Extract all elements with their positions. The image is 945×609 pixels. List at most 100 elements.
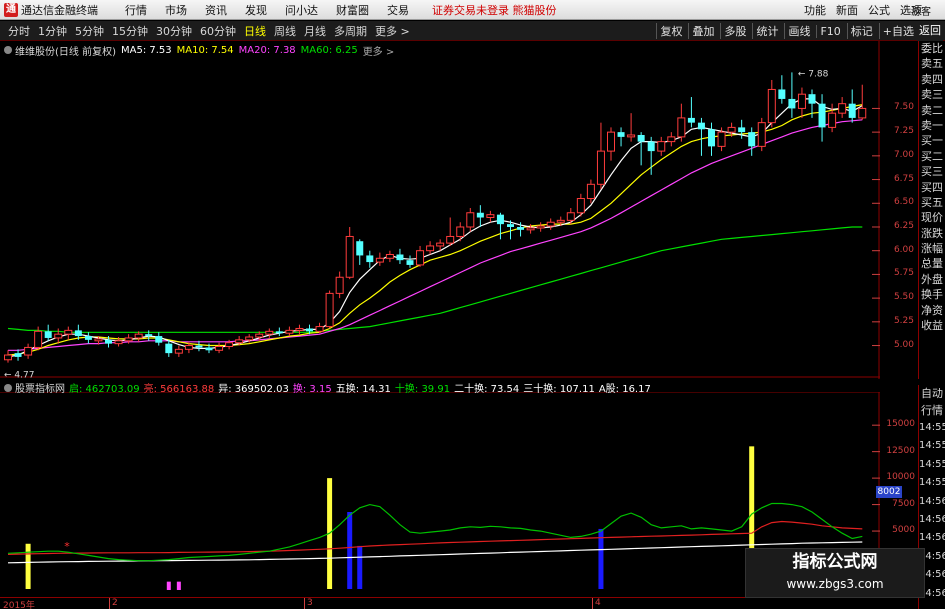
menu-function[interactable]: 功能 <box>799 2 831 18</box>
liang-value: 亮: 566163.88 <box>143 384 215 395</box>
overlay-button[interactable]: 叠加 <box>688 23 717 39</box>
candle-body <box>466 212 475 228</box>
candle-body <box>727 126 736 133</box>
candle <box>637 132 645 166</box>
guest-label[interactable]: 游客 <box>911 3 931 18</box>
period-tab[interactable]: 30分钟 <box>152 23 196 39</box>
period-tab[interactable]: 周线 <box>270 23 300 39</box>
orderbook-label[interactable]: 换手 <box>919 287 945 302</box>
candle-body <box>315 326 324 332</box>
period-tab[interactable]: 更多 > <box>371 23 414 39</box>
adjust-button[interactable]: 复权 <box>656 23 685 39</box>
period-tab[interactable]: 15分钟 <box>108 23 152 39</box>
menu-formula[interactable]: 公式 <box>863 2 895 18</box>
f10-button[interactable]: F10 <box>816 24 843 38</box>
menu-wealth[interactable]: 财富圈 <box>327 2 378 18</box>
price-tick-label: 6.00 <box>893 244 914 255</box>
menu-discover[interactable]: 发现 <box>236 2 276 18</box>
orderbook-label[interactable]: 买一 <box>919 133 945 148</box>
candle <box>607 127 615 161</box>
orderbook-label[interactable]: 委比 <box>919 41 945 56</box>
menu-quotes[interactable]: 行情 <box>116 2 156 18</box>
indicator-name[interactable]: 股票指标网 <box>15 380 65 395</box>
chart-settings-icon[interactable] <box>4 46 12 54</box>
period-tab[interactable]: 1分钟 <box>34 23 71 39</box>
candle <box>155 332 163 346</box>
period-tab[interactable]: 60分钟 <box>196 23 240 39</box>
add-watchlist-button[interactable]: +自选 <box>878 23 917 39</box>
orderbook-label[interactable]: 买四 <box>919 180 945 195</box>
orderbook-label[interactable]: 卖三 <box>919 87 945 102</box>
indicator-settings-icon[interactable] <box>4 383 12 392</box>
menu-ask[interactable]: 问小达 <box>276 2 327 18</box>
candle <box>566 208 575 225</box>
candle-body <box>64 329 73 335</box>
quotes-label[interactable]: 行情 <box>919 402 945 419</box>
candle-body <box>44 331 52 338</box>
orderbook-label[interactable]: 现价 <box>919 210 945 225</box>
menu-news[interactable]: 资讯 <box>196 2 236 18</box>
multi-stock-button[interactable]: 多股 <box>720 23 749 39</box>
period-tab[interactable]: 分时 <box>4 23 34 39</box>
candle <box>828 103 837 133</box>
orderbook-label[interactable]: 卖五 <box>919 56 945 71</box>
candle-body <box>767 88 776 124</box>
orderbook-label[interactable]: 买二 <box>919 149 945 164</box>
login-notice[interactable]: 证券交易未登录 熊猫股份 <box>432 2 557 18</box>
orderbook-label[interactable]: 净资 <box>919 303 945 318</box>
orderbook-label[interactable]: 涨跌 <box>919 226 945 241</box>
statistics-button[interactable]: 统计 <box>752 23 781 39</box>
auto-label[interactable]: 自动 <box>919 385 945 402</box>
qi-value: 启: 462703.09 <box>69 384 140 395</box>
shi-huan-value: 十换: 39.91 <box>394 384 451 395</box>
candle-body <box>155 336 163 343</box>
orderbook-label[interactable]: 买五 <box>919 195 945 210</box>
candle-body <box>325 292 334 328</box>
candle-body <box>717 131 726 147</box>
candle <box>677 103 686 142</box>
orderbook-label[interactable]: 外盘 <box>919 272 945 287</box>
menu-trade[interactable]: 交易 <box>378 2 418 18</box>
candle <box>356 239 364 265</box>
period-tab[interactable]: 日线 <box>240 23 270 39</box>
candle <box>667 132 676 147</box>
orderbook-label[interactable]: 买三 <box>919 164 945 179</box>
order-book-panel: 委比 卖五 卖四 卖三 卖二 卖一 买一 买二 买三 买四 买五 现价 涨跌 涨幅 总量 外盘 换手 净资 收益 <box>918 41 945 379</box>
candle <box>858 84 867 120</box>
draw-line-button[interactable]: 画线 <box>784 23 813 39</box>
orderbook-label[interactable]: 涨幅 <box>919 241 945 256</box>
orderbook-label[interactable]: 卖二 <box>919 103 945 118</box>
volume-tick-label: 10000 <box>886 472 915 483</box>
candle <box>165 339 173 357</box>
candle-body <box>828 112 837 128</box>
candle-body <box>195 345 203 348</box>
blue-signal-bar <box>357 545 363 589</box>
candle-body <box>54 333 63 339</box>
date-tick-mark <box>109 598 110 609</box>
orderbook-label[interactable]: 总量 <box>919 256 945 271</box>
menu-market[interactable]: 市场 <box>156 2 196 18</box>
candle <box>84 332 92 344</box>
back-button[interactable]: 返回 <box>917 21 943 41</box>
price-tick-label: 6.75 <box>893 173 914 184</box>
orderbook-label[interactable]: 卖一 <box>919 118 945 133</box>
candle-body <box>486 214 495 218</box>
candle <box>345 226 354 280</box>
candle <box>285 326 294 337</box>
menu-new-layout[interactable]: 新面 <box>831 2 863 18</box>
ma60-value: MA60: 6.25 <box>300 44 358 56</box>
candle <box>416 245 425 267</box>
candle <box>576 193 585 217</box>
period-tab[interactable]: 5分钟 <box>71 23 108 39</box>
candle-body <box>14 353 22 357</box>
period-tab[interactable]: 多周期 <box>330 23 371 39</box>
candlestick-chart[interactable]: ← 7.88 ← 4.77 <box>0 41 880 379</box>
candle <box>797 87 806 118</box>
orderbook-label[interactable]: 收益 <box>919 318 945 333</box>
candle-body <box>617 132 625 137</box>
more-indicators[interactable]: 更多 > <box>363 43 395 58</box>
period-tab[interactable]: 月线 <box>300 23 330 39</box>
indicator-header: 股票指标网 启: 462703.09 亮: 566163.88 异: 36950… <box>0 380 655 395</box>
mark-button[interactable]: 标记 <box>846 23 876 39</box>
orderbook-label[interactable]: 卖四 <box>919 72 945 87</box>
